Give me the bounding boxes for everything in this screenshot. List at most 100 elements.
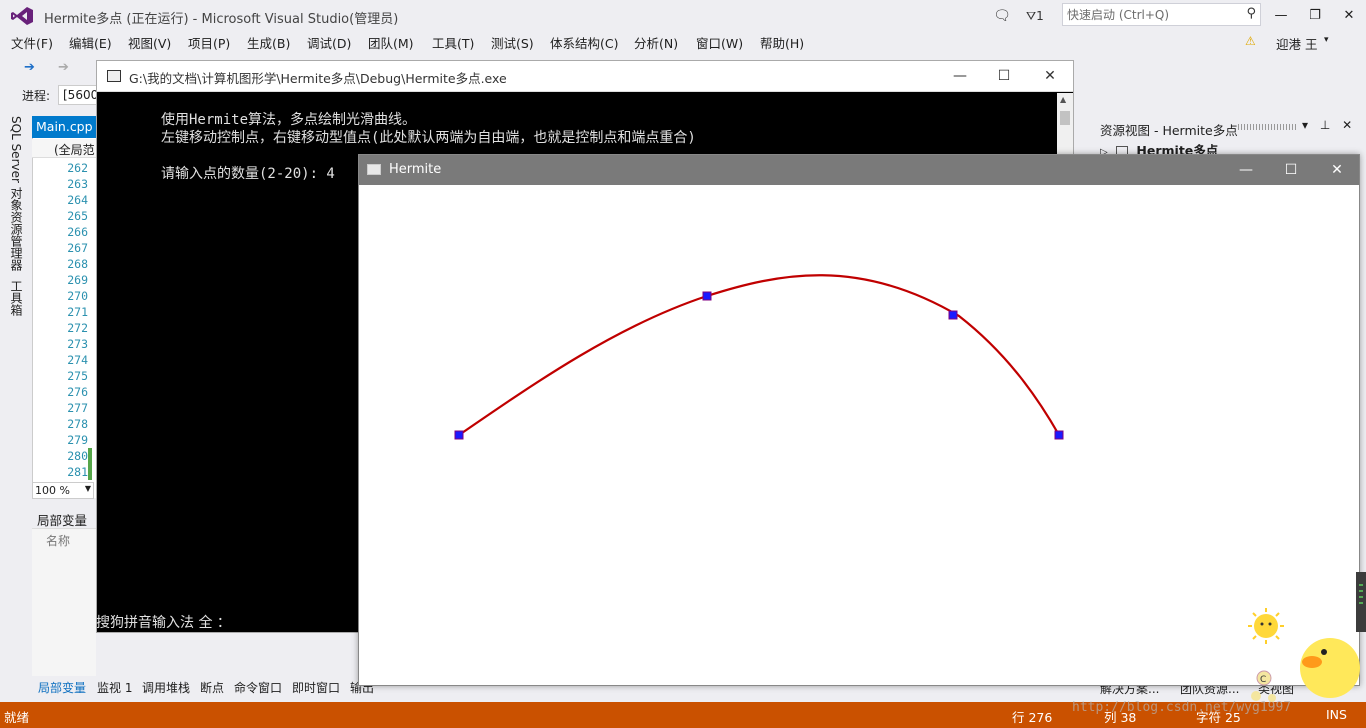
control-point[interactable] — [454, 430, 464, 440]
vs-window-title: Hermite多点 (正在运行) - Microsoft Visual Stud… — [44, 12, 399, 27]
line-number-gutter: 262 263 264 265 266 267 268 269 270 271 … — [32, 160, 88, 480]
window-app-icon — [367, 164, 381, 175]
console-close-button[interactable]: ✕ — [1035, 66, 1065, 86]
hermite-window[interactable]: Hermite — ☐ ✕ — [358, 154, 1360, 686]
menu-build[interactable]: 生成(B) — [247, 33, 290, 52]
menu-analyze[interactable]: 分析(N) — [634, 33, 678, 52]
menu-file[interactable]: 文件(F) — [11, 33, 53, 52]
line-number: 269 — [67, 273, 88, 287]
menu-tools[interactable]: 工具(T) — [432, 33, 474, 52]
quick-launch-input[interactable]: 快速启动 (Ctrl+Q) ⚲ — [1062, 3, 1261, 26]
line-number: 267 — [67, 241, 88, 255]
chevron-down-icon: ▼ — [84, 484, 91, 493]
console-maximize-button[interactable]: ☐ — [989, 66, 1019, 86]
line-number: 273 — [67, 337, 88, 351]
chevron-down-icon[interactable]: ▾ — [1302, 118, 1308, 132]
warning-icon[interactable]: ⚠ — [1245, 34, 1256, 48]
menu-test[interactable]: 测试(S) — [491, 33, 534, 52]
hermite-title: Hermite — [389, 162, 442, 177]
ime-status: 搜狗拼音输入法 全 ： — [96, 615, 231, 631]
menu-window[interactable]: 窗口(W) — [696, 33, 743, 52]
user-account[interactable]: 迎港 王 — [1276, 34, 1317, 53]
menu-architecture[interactable]: 体系结构(C) — [550, 33, 618, 52]
pin-icon[interactable]: ⊥ — [1320, 118, 1330, 132]
debug-bottom-tabs: 局部变量 监视 1 调用堆栈 断点 命令窗口 即时窗口 输出 — [32, 676, 374, 698]
hermite-canvas[interactable] — [359, 185, 1359, 685]
console-line: 使用Hermite算法，多点绘制光滑曲线。 — [161, 112, 417, 128]
zoom-select[interactable]: 100 % ▼ — [32, 482, 94, 499]
menu-help[interactable]: 帮助(H) — [760, 33, 804, 52]
vs-titlebar: Hermite多点 (正在运行) - Microsoft Visual Stud… — [0, 0, 1366, 32]
hermite-maximize-button[interactable]: ☐ — [1276, 160, 1306, 180]
notification-count: 1 — [1036, 9, 1044, 23]
locals-column-name: 名称 — [46, 534, 71, 548]
menu-bar: 文件(F) 编辑(E) 视图(V) 项目(P) 生成(B) 调试(D) 团队(M… — [0, 32, 1366, 52]
menu-debug[interactable]: 调试(D) — [307, 33, 351, 52]
panel-grip[interactable] — [1238, 124, 1298, 130]
minimize-button[interactable]: — — [1266, 4, 1296, 26]
line-number: 274 — [67, 353, 88, 367]
line-number: 278 — [67, 417, 88, 431]
feedback-icon[interactable]: 🗨 — [992, 4, 1012, 28]
scope-dropdown[interactable]: (全局范 — [32, 139, 96, 158]
status-ins: INS — [1326, 707, 1347, 722]
line-number: 272 — [67, 321, 88, 335]
line-number: 271 — [67, 305, 88, 319]
back-icon[interactable]: ➔ — [24, 60, 35, 75]
toolbox-tab[interactable]: 工具箱 — [8, 280, 25, 316]
console-line: 左键移动控制点，右键移动型值点(此处默认两端为自由端，也就是控制点和端点重合) — [161, 130, 696, 146]
chevron-down-icon[interactable]: ▾ — [1324, 35, 1329, 45]
console-titlebar: G:\我的文档\计算机图形学\Hermite多点\Debug\Hermite多点… — [97, 61, 1073, 92]
left-tool-strip: SQL Server 对象资源管理器 工具箱 — [0, 108, 28, 700]
restore-button[interactable]: ❐ — [1300, 4, 1330, 26]
sql-server-explorer-tab[interactable]: SQL Server 对象资源管理器 — [8, 116, 25, 271]
scroll-thumb[interactable] — [1060, 111, 1070, 125]
line-number: 280 — [67, 449, 88, 463]
scroll-up-icon[interactable]: ▲ — [1060, 95, 1066, 104]
tab-watch-1[interactable]: 监视 1 — [97, 679, 132, 696]
resource-view-title: 资源视图 - Hermite多点 — [1100, 123, 1238, 138]
tab-immediate-window[interactable]: 即时窗口 — [292, 679, 340, 696]
hermite-titlebar: Hermite — ☐ ✕ — [359, 155, 1359, 185]
tab-call-stack[interactable]: 调用堆栈 — [142, 679, 190, 696]
visual-studio-window: Hermite多点 (正在运行) - Microsoft Visual Stud… — [0, 0, 1366, 728]
search-icon: ⚲ — [1246, 6, 1256, 21]
menu-project[interactable]: 项目(P) — [188, 33, 230, 52]
hermite-minimize-button[interactable]: — — [1231, 160, 1261, 180]
zoom-value: 100 % — [35, 484, 70, 497]
control-point[interactable] — [948, 310, 958, 320]
menu-team[interactable]: 团队(M) — [368, 33, 414, 52]
status-line: 行 276 — [1012, 710, 1053, 725]
menu-edit[interactable]: 编辑(E) — [69, 33, 112, 52]
tab-command-window[interactable]: 命令窗口 — [234, 679, 282, 696]
svg-text:C: C — [1260, 675, 1266, 685]
line-number: 276 — [67, 385, 88, 399]
control-point[interactable] — [702, 291, 712, 301]
console-app-icon — [107, 70, 121, 82]
line-number: 275 — [67, 369, 88, 383]
tab-breakpoints[interactable]: 断点 — [200, 679, 224, 696]
close-button[interactable]: ✕ — [1334, 4, 1364, 26]
line-number: 263 — [67, 177, 88, 191]
tab-locals[interactable]: 局部变量 — [38, 679, 86, 696]
line-number: 262 — [67, 161, 88, 175]
notifications-flag[interactable]: ⛛ 1 — [1026, 4, 1056, 28]
forward-icon[interactable]: ➔ — [58, 60, 69, 75]
duck-mascot-icon: C — [1248, 608, 1360, 702]
hermite-close-button[interactable]: ✕ — [1322, 160, 1352, 180]
locals-header: 局部变量 — [37, 513, 88, 528]
menu-view[interactable]: 视图(V) — [128, 33, 171, 52]
line-number: 281 — [67, 465, 88, 479]
line-number: 264 — [67, 193, 88, 207]
visual-studio-logo-icon — [11, 7, 33, 25]
console-minimize-button[interactable]: — — [945, 66, 975, 86]
document-tab-main-cpp[interactable]: Main.cpp — [32, 116, 96, 138]
line-number: 266 — [67, 225, 88, 239]
control-point[interactable] — [1054, 430, 1064, 440]
line-number: 279 — [67, 433, 88, 447]
line-number: 268 — [67, 257, 88, 271]
change-indicator — [88, 448, 92, 480]
close-icon[interactable]: ✕ — [1342, 118, 1352, 132]
hermite-curve — [458, 274, 1060, 436]
process-label: 进程: — [22, 89, 51, 103]
